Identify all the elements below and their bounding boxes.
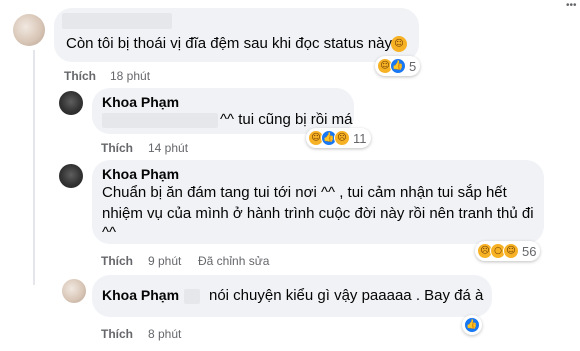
reaction-count: 11 xyxy=(353,130,367,146)
comment-bubble: Khoa Phạm nói chuyện kiểu gì vậy paaaaa … xyxy=(92,275,492,317)
reaction-summary[interactable]: ☹ ○ ☺ 56 xyxy=(475,241,541,261)
timestamp[interactable]: 8 phút xyxy=(148,327,181,341)
haha-reaction-icon: ☺ xyxy=(503,243,519,259)
comment-bubble: Còn tôi bị thoái vị đĩa đệm sau khi đọc … xyxy=(54,8,419,62)
avatar[interactable] xyxy=(59,91,83,115)
reaction-count: 56 xyxy=(522,243,537,259)
like-button[interactable]: Thích xyxy=(64,69,96,83)
avatar[interactable] xyxy=(59,164,83,188)
comment-text-line: nhiệm vụ của mình ở hành trình cuộc đời … xyxy=(102,205,534,222)
thread-line xyxy=(33,50,35,285)
reaction-count: 5 xyxy=(409,58,417,74)
more-options-icon[interactable]: ••• xyxy=(566,0,577,11)
edited-label: Đã chỉnh sửa xyxy=(198,254,270,268)
reaction-summary[interactable]: 👍 xyxy=(462,315,482,335)
comment-bubble: Khoa Phạm Chuẩn bị ăn đám tang tui tới n… xyxy=(92,160,544,244)
comment-author[interactable]: Khoa Phạm xyxy=(102,166,179,182)
comment-text: nói chuyện kiểu gì vậy paaaaa . Bay đá à xyxy=(209,287,484,304)
like-button[interactable]: Thích xyxy=(101,254,133,268)
redacted-mention xyxy=(184,289,200,304)
like-button[interactable]: Thích xyxy=(101,327,133,341)
reaction-summary[interactable]: ☺ 👍 ☹ 11 xyxy=(306,128,371,148)
sad-reaction-icon: ☹ xyxy=(334,130,350,146)
timestamp[interactable]: 18 phút xyxy=(110,69,150,83)
avatar[interactable] xyxy=(13,14,45,46)
timestamp[interactable]: 9 phút xyxy=(148,254,181,268)
comment-author[interactable]: Khoa Phạm xyxy=(102,94,179,110)
redacted-author-name xyxy=(62,13,172,29)
comment-text-line: ^^ xyxy=(102,224,117,241)
comment-text: ^^ tui cũng bị rồi má xyxy=(220,111,353,128)
timestamp[interactable]: 14 phút xyxy=(148,141,188,155)
reaction-summary[interactable]: ☺ 👍 5 xyxy=(375,56,421,76)
like-reaction-icon: 👍 xyxy=(464,317,480,333)
comment-text-line: Chuẩn bị ăn đám tang tui tới nơi ^^ , tu… xyxy=(102,184,507,201)
redacted-mention xyxy=(102,113,218,128)
rofl-emoji-icon: ☺ xyxy=(391,36,407,52)
avatar[interactable] xyxy=(62,279,86,303)
like-reaction-icon: 👍 xyxy=(390,58,406,74)
comment-author[interactable]: Khoa Phạm xyxy=(102,287,179,303)
like-button[interactable]: Thích xyxy=(101,141,133,155)
comment-text: Còn tôi bị thoái vị đĩa đệm sau khi đọc … xyxy=(66,35,393,52)
